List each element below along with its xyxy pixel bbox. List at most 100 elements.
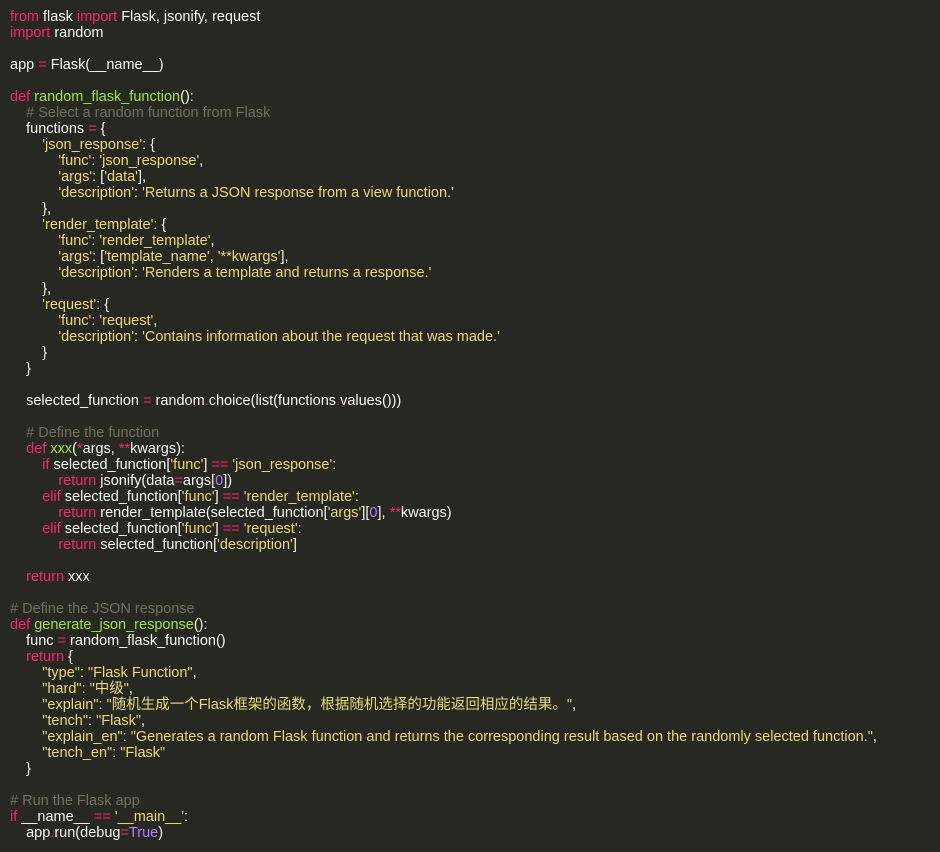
code-token: ], <box>280 249 289 265</box>
code-line[interactable]: def generate_json_response(): <box>0 617 940 633</box>
code-line[interactable] <box>0 377 940 393</box>
code-token: 'description' <box>58 265 135 281</box>
code-line[interactable]: return render_template(selected_function… <box>0 505 940 521</box>
code-line[interactable]: elif selected_function['func'] == 'rende… <box>0 489 940 505</box>
code-token: Flask(__name__) <box>46 57 164 73</box>
code-token: def <box>10 617 31 633</box>
code-line[interactable]: functions = { <box>0 121 940 137</box>
code-token: : <box>134 329 143 345</box>
code-token: : [ <box>92 249 105 265</box>
code-line[interactable] <box>0 409 940 425</box>
code-line[interactable]: "tench_en": "Flask" <box>0 745 940 761</box>
code-line[interactable]: } <box>0 761 940 777</box>
code-token: True <box>128 825 159 841</box>
code-line[interactable]: return jsonify(data=args[0]) <box>0 473 940 489</box>
code-token: , <box>872 729 877 745</box>
code-line[interactable]: 'func': 'render_template', <box>0 233 940 249</box>
code-token: ], <box>137 169 147 185</box>
code-token: ] <box>214 489 223 505</box>
code-token: '**kwargs' <box>217 249 281 265</box>
code-token: 'args' <box>58 249 93 265</box>
code-line[interactable]: if selected_function['func'] == 'json_re… <box>0 457 940 473</box>
code-token: = <box>174 473 183 489</box>
code-editor[interactable]: from flask import Flask, jsonify, reques… <box>0 0 940 852</box>
code-line[interactable]: import random <box>0 25 940 41</box>
code-line[interactable]: return selected_function['description'] <box>0 537 940 553</box>
code-token: "tench" <box>42 713 88 729</box>
code-token: : <box>88 713 97 729</box>
code-token: return <box>26 649 65 665</box>
code-token: "Flask" <box>120 745 166 761</box>
code-line[interactable]: # Define the function <box>0 425 940 441</box>
code-line[interactable]: 'description': 'Renders a template and r… <box>0 265 940 281</box>
code-line[interactable]: if __name__ == '__main__': <box>0 809 940 825</box>
code-line[interactable]: 'request': { <box>0 297 940 313</box>
code-token: kwargs): <box>130 441 185 457</box>
code-line[interactable] <box>0 777 940 793</box>
code-line[interactable] <box>0 553 940 569</box>
code-token: return <box>26 569 65 585</box>
code-line[interactable]: # Select a random function from Flask <box>0 105 940 121</box>
code-token: 'func' <box>181 521 215 537</box>
code-line[interactable]: "type": "Flask Function", <box>0 665 940 681</box>
code-token: 'render_template' <box>243 489 355 505</box>
code-token: "explain_en" <box>42 729 123 745</box>
code-token: : { <box>153 217 167 233</box>
code-line[interactable]: "explain_en": "Generates a random Flask … <box>0 729 940 745</box>
code-line[interactable]: "explain": "随机生成一个Flask框架的函数，根据随机选择的功能返回… <box>0 697 940 713</box>
code-token: 'description' <box>58 329 135 345</box>
code-line[interactable]: app.run(debug=True) <box>0 825 940 841</box>
code-line[interactable]: } <box>0 361 940 377</box>
code-line[interactable]: elif selected_function['func'] == 'reque… <box>0 521 940 537</box>
code-token: , <box>153 313 158 329</box>
code-token: return <box>58 505 97 521</box>
code-token: , <box>210 233 215 249</box>
code-token: # Define the JSON response <box>10 601 195 617</box>
code-token: 'render_template' <box>42 217 154 233</box>
code-token: functions <box>10 121 89 137</box>
code-line[interactable]: } <box>0 345 940 361</box>
code-line[interactable]: 'args': ['data'], <box>0 169 940 185</box>
code-line[interactable]: 'description': 'Contains information abo… <box>0 329 940 345</box>
code-line[interactable]: }, <box>0 281 940 297</box>
code-line[interactable]: 'func': 'request', <box>0 313 940 329</box>
code-line[interactable]: selected_function = random.choice(list(f… <box>0 393 940 409</box>
code-line[interactable]: "tench": "Flask", <box>0 713 940 729</box>
code-token: kwargs) <box>400 505 452 521</box>
code-line[interactable]: from flask import Flask, jsonify, reques… <box>0 9 940 25</box>
code-token: 'description' <box>58 185 135 201</box>
code-token: , <box>571 697 577 713</box>
code-line[interactable]: return { <box>0 649 940 665</box>
code-token: == <box>211 457 229 473</box>
code-line[interactable]: 'json_response': { <box>0 137 940 153</box>
code-line[interactable]: # Run the Flask app <box>0 793 940 809</box>
code-line[interactable]: # Define the JSON response <box>0 601 940 617</box>
code-line[interactable]: 'description': 'Returns a JSON response … <box>0 185 940 201</box>
code-line[interactable]: app = Flask(__name__) <box>0 57 940 73</box>
code-token: 'Returns a JSON response from a view fun… <box>142 185 454 201</box>
code-line[interactable]: def random_flask_function(): <box>0 89 940 105</box>
code-line[interactable]: 'args': ['template_name', '**kwargs'], <box>0 249 940 265</box>
code-line[interactable] <box>0 73 940 89</box>
code-token: , <box>141 713 146 729</box>
code-line[interactable] <box>0 41 940 57</box>
code-token: 'args' <box>327 505 362 521</box>
code-line[interactable]: }, <box>0 201 940 217</box>
code-line[interactable]: 'func': 'json_response', <box>0 153 940 169</box>
code-token: ]) <box>223 473 233 489</box>
code-line[interactable]: 'render_template': { <box>0 217 940 233</box>
code-line[interactable]: func = random_flask_function() <box>0 633 940 649</box>
code-line[interactable] <box>0 585 940 601</box>
code-line[interactable]: def xxx(*args, **kwargs): <box>0 441 940 457</box>
code-line[interactable]: "hard": "中级", <box>0 681 940 697</box>
code-token: values())) <box>340 393 402 409</box>
code-line[interactable]: return xxx <box>0 569 940 585</box>
